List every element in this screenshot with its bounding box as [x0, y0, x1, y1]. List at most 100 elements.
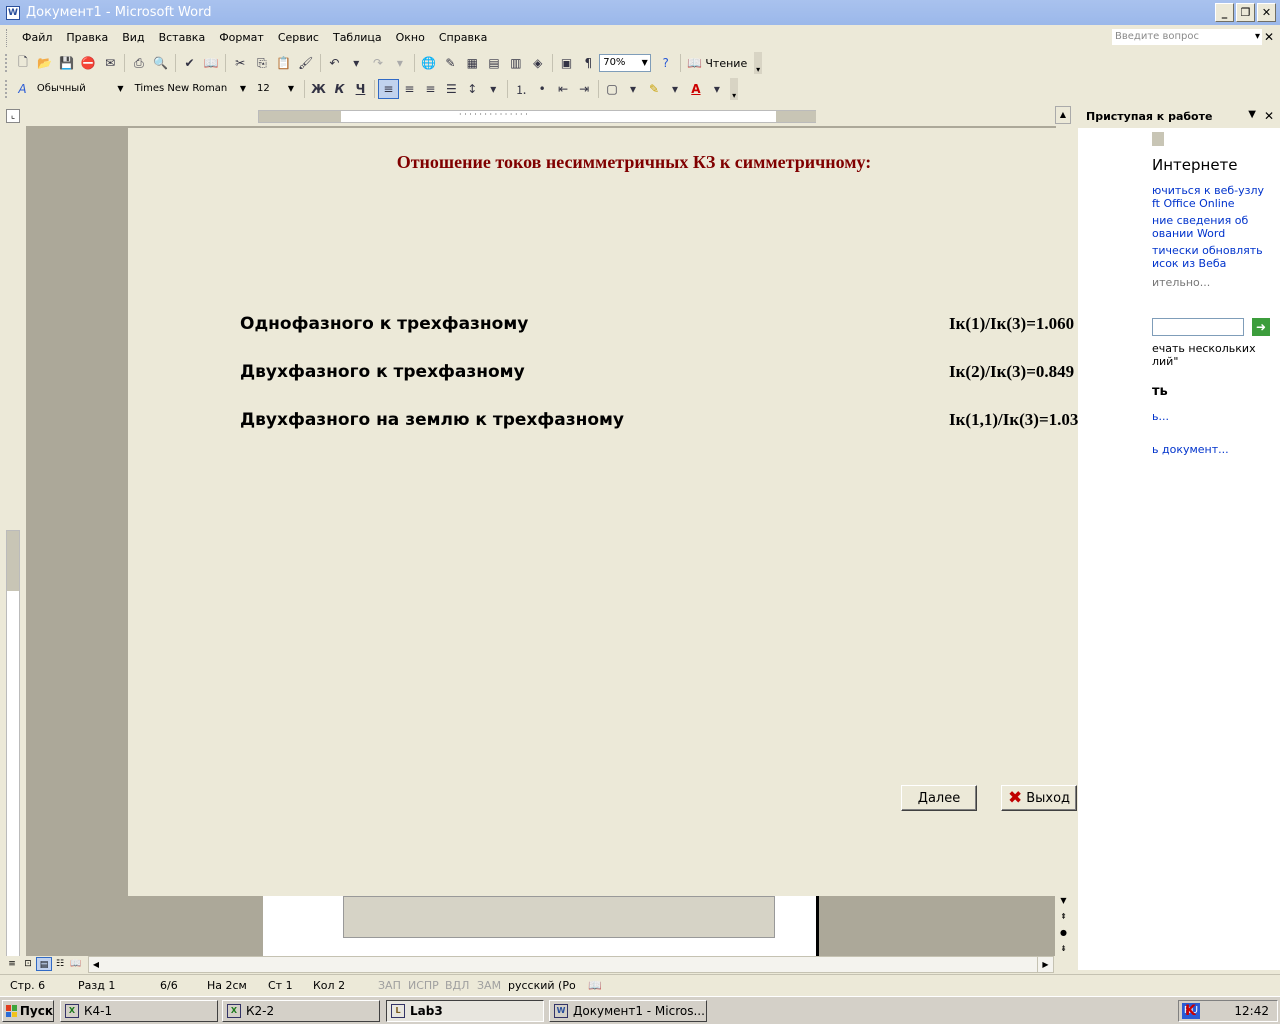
- vertical-scrollbar[interactable]: ▼ ⇞ ● ⇟: [1055, 893, 1072, 957]
- borders-dropdown-icon[interactable]: ▾: [623, 79, 644, 99]
- select-browse-object-icon[interactable]: ●: [1055, 925, 1072, 941]
- link-auto-update[interactable]: тически обновлять: [1152, 244, 1263, 257]
- underline-button[interactable]: Ч: [350, 79, 371, 99]
- word-icon[interactable]: W: [6, 5, 20, 20]
- web-layout-icon[interactable]: ⊡: [20, 957, 36, 971]
- close-button[interactable]: ✕: [1257, 3, 1276, 22]
- status-record[interactable]: ЗАП: [378, 979, 401, 992]
- menu-insert[interactable]: Вставка: [152, 31, 213, 44]
- scroll-up-icon[interactable]: ▲: [1055, 106, 1071, 124]
- status-overtype[interactable]: ЗАМ: [477, 979, 501, 992]
- cut-icon[interactable]: ✂: [229, 53, 251, 73]
- help-icon[interactable]: ?: [655, 53, 677, 73]
- styles-icon[interactable]: A: [12, 79, 33, 99]
- undo-icon[interactable]: ↶: [323, 53, 345, 73]
- horizontal-ruler[interactable]: · · · · · · · · · · · · · ·: [258, 110, 816, 123]
- document-map-icon[interactable]: ▣: [556, 53, 578, 73]
- bullets-icon[interactable]: •: [532, 79, 553, 99]
- line-spacing-dropdown-icon[interactable]: ▾: [483, 79, 504, 99]
- borders-icon[interactable]: ▢: [602, 79, 623, 99]
- task-lab3[interactable]: L Lab3: [386, 1000, 544, 1022]
- insert-excel-icon[interactable]: ▤: [483, 53, 505, 73]
- open-icon[interactable]: 📂: [34, 53, 56, 73]
- highlight-icon[interactable]: ✎: [644, 79, 665, 99]
- paste-icon[interactable]: 📋: [273, 53, 295, 73]
- insert-table-icon[interactable]: ▦: [461, 53, 483, 73]
- redo-icon[interactable]: ↷: [367, 53, 389, 73]
- highlight-dropdown-icon[interactable]: ▾: [664, 79, 685, 99]
- format-painter-icon[interactable]: 🖌: [295, 53, 317, 73]
- toolbar-grip[interactable]: [5, 80, 8, 98]
- menu-help[interactable]: Справка: [432, 31, 494, 44]
- link-open[interactable]: ь...: [1152, 410, 1169, 423]
- scroll-left-icon[interactable]: ◀: [89, 957, 103, 972]
- menu-file[interactable]: Файл: [15, 31, 59, 44]
- link-more[interactable]: ительно...: [1152, 276, 1210, 289]
- link-list-from-web[interactable]: исок из Веба: [1152, 257, 1226, 270]
- normal-view-icon[interactable]: ≡: [4, 957, 20, 971]
- toolbar-options-icon[interactable]: ▾: [730, 78, 738, 100]
- outline-view-icon[interactable]: ☷: [52, 957, 68, 971]
- vertical-ruler[interactable]: [6, 530, 20, 960]
- restore-button[interactable]: ❐: [1236, 3, 1255, 22]
- task-k2-2[interactable]: X К2-2: [222, 1000, 380, 1022]
- exit-button[interactable]: ✖ Выход: [1001, 785, 1077, 811]
- toolbar-options-icon[interactable]: ▾: [754, 52, 763, 74]
- ask-question-input[interactable]: Введите вопрос ▾: [1112, 29, 1262, 45]
- link-word-usage[interactable]: овании Word: [1152, 227, 1225, 240]
- spelling-status-icon[interactable]: 📖: [588, 979, 602, 992]
- style-select[interactable]: Обычный ▼: [32, 80, 127, 98]
- numbering-icon[interactable]: ⒈: [511, 79, 532, 99]
- menubar-grip[interactable]: [6, 28, 9, 47]
- line-spacing-icon[interactable]: ↕: [462, 79, 483, 99]
- antivirus-icon[interactable]: K: [1185, 1003, 1196, 1019]
- close-document-icon[interactable]: ✕: [1264, 30, 1274, 44]
- reading-layout-icon[interactable]: 📖: [68, 957, 84, 971]
- align-right-icon[interactable]: ≡: [420, 79, 441, 99]
- spelling-icon[interactable]: ✔: [179, 53, 201, 73]
- research-icon[interactable]: 📖: [200, 53, 222, 73]
- previous-page-icon[interactable]: ⇞: [1055, 909, 1072, 925]
- print-layout-icon[interactable]: ▤: [36, 957, 52, 971]
- menu-format[interactable]: Формат: [212, 31, 271, 44]
- clock[interactable]: 12:42: [1234, 1004, 1269, 1018]
- menu-view[interactable]: Вид: [115, 31, 151, 44]
- font-select[interactable]: Times New Roman ▼: [130, 80, 249, 98]
- read-icon[interactable]: 📖: [684, 53, 706, 73]
- redo-dropdown-icon[interactable]: ▾: [389, 53, 411, 73]
- next-button[interactable]: Далее: [901, 785, 977, 811]
- increase-indent-icon[interactable]: ⇥: [574, 79, 595, 99]
- save-icon[interactable]: 💾: [56, 53, 78, 73]
- horizontal-scrollbar[interactable]: ◀ ▶: [88, 956, 1054, 973]
- task-pane-search-input[interactable]: [1152, 318, 1244, 336]
- tables-borders-icon[interactable]: ✎: [440, 53, 462, 73]
- justify-icon[interactable]: ☰: [441, 79, 462, 99]
- permission-icon[interactable]: ⛔: [77, 53, 99, 73]
- close-icon[interactable]: ✕: [1264, 109, 1274, 123]
- copy-icon[interactable]: ⎘: [251, 53, 273, 73]
- task-k4-1[interactable]: X К4-1: [60, 1000, 218, 1022]
- menu-edit[interactable]: Правка: [59, 31, 115, 44]
- drawing-icon[interactable]: ◈: [527, 53, 549, 73]
- scroll-right-icon[interactable]: ▶: [1037, 957, 1053, 972]
- undo-dropdown-icon[interactable]: ▾: [345, 53, 367, 73]
- link-connect[interactable]: ючиться к веб-узлу: [1152, 184, 1264, 197]
- next-page-icon[interactable]: ⇟: [1055, 941, 1072, 957]
- search-go-icon[interactable]: ➜: [1252, 318, 1270, 336]
- italic-button[interactable]: К: [329, 79, 350, 99]
- link-office-online[interactable]: ft Office Online: [1152, 197, 1235, 210]
- menu-tools[interactable]: Сервис: [271, 31, 326, 44]
- email-icon[interactable]: ✉: [99, 53, 121, 73]
- status-extend[interactable]: ВДЛ: [445, 979, 469, 992]
- menu-window[interactable]: Окно: [389, 31, 432, 44]
- chevron-down-icon[interactable]: ▾: [1255, 29, 1260, 45]
- print-preview-icon[interactable]: 🔍: [150, 53, 172, 73]
- read-button[interactable]: Чтение: [705, 57, 747, 70]
- print-icon[interactable]: ⎙: [128, 53, 150, 73]
- font-color-icon[interactable]: A: [685, 79, 706, 99]
- font-size-select[interactable]: 12 ▼: [252, 80, 298, 98]
- new-document-icon[interactable]: 🗋: [12, 53, 34, 73]
- minimize-button[interactable]: _: [1215, 3, 1234, 22]
- link-usage-info[interactable]: ние сведения об: [1152, 214, 1248, 227]
- align-center-icon[interactable]: ≡: [399, 79, 420, 99]
